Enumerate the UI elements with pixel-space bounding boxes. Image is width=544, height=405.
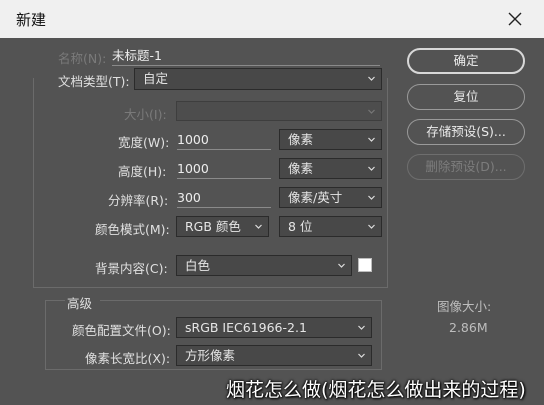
doc-type-select[interactable]: 自定	[134, 68, 382, 90]
chevron-down-icon	[368, 76, 375, 81]
chevron-down-icon	[338, 263, 345, 268]
profile-value: sRGB IEC61966-2.1	[185, 320, 307, 335]
chevron-down-icon	[368, 224, 375, 229]
pixel-aspect-label: 像素长宽比(X):	[85, 351, 171, 366]
height-unit-select[interactable]: 像素	[279, 158, 382, 179]
delete-preset-button[interactable]: 删除预设(D)...	[407, 154, 525, 180]
profile-select[interactable]: sRGB IEC61966-2.1	[176, 317, 372, 338]
pixel-aspect-value: 方形像素	[185, 348, 236, 363]
chevron-down-icon	[368, 109, 375, 114]
background-label: 背景内容(C):	[95, 261, 168, 276]
chevron-down-icon	[255, 224, 262, 229]
dialog-title: 新建	[16, 11, 47, 29]
width-unit-value: 像素	[288, 132, 314, 147]
chevron-down-icon	[358, 353, 365, 358]
size-select[interactable]	[176, 101, 382, 121]
background-select[interactable]: 白色	[176, 255, 352, 276]
color-mode-label: 颜色模式(M):	[95, 222, 170, 237]
close-button[interactable]	[498, 3, 532, 35]
size-label: 大小(I):	[124, 107, 167, 122]
image-size-label: 图像大小:	[437, 299, 492, 314]
height-unit-value: 像素	[288, 161, 314, 176]
title-bar: 新建	[0, 0, 544, 38]
bit-depth-value: 8 位	[288, 219, 313, 234]
chevron-down-icon	[358, 325, 365, 330]
color-mode-value: RGB 颜色	[185, 219, 241, 234]
height-label: 高度(H):	[118, 164, 167, 179]
chevron-down-icon	[368, 195, 375, 200]
reset-button[interactable]: 复位	[407, 84, 525, 110]
save-preset-button[interactable]: 存储预设(S)...	[407, 119, 525, 145]
image-size-value: 2.86M	[449, 320, 488, 335]
resolution-input[interactable]: 300	[177, 189, 271, 208]
resolution-unit-value: 像素/英寸	[288, 190, 343, 205]
height-input[interactable]: 1000	[177, 160, 271, 179]
background-color-swatch[interactable]	[358, 258, 372, 272]
resolution-label: 分辨率(R):	[108, 193, 169, 208]
name-label: 名称(N):	[58, 51, 107, 66]
pixel-aspect-select[interactable]: 方形像素	[176, 345, 372, 366]
ok-button[interactable]: 确定	[407, 48, 525, 74]
close-icon	[508, 12, 522, 26]
advanced-frame-top-left	[45, 300, 65, 301]
watermark-caption: 烟花怎么做(烟花怎么做出来的过程)	[226, 379, 526, 401]
name-input[interactable]: 未标题-1	[112, 47, 380, 66]
width-unit-select[interactable]: 像素	[279, 129, 382, 150]
background-value: 白色	[185, 258, 211, 273]
doc-type-value: 自定	[143, 71, 169, 86]
width-input[interactable]: 1000	[177, 131, 271, 150]
chevron-down-icon	[368, 137, 375, 142]
doc-type-label: 文档类型(T):	[55, 71, 133, 90]
chevron-down-icon	[368, 166, 375, 171]
advanced-frame-top-right	[100, 300, 382, 301]
advanced-title: 高级	[67, 296, 93, 311]
color-mode-select[interactable]: RGB 颜色	[176, 216, 269, 237]
resolution-unit-select[interactable]: 像素/英寸	[279, 187, 382, 208]
bit-depth-select[interactable]: 8 位	[279, 216, 382, 237]
profile-label: 颜色配置文件(O):	[72, 323, 171, 338]
width-label: 宽度(W):	[118, 135, 170, 150]
